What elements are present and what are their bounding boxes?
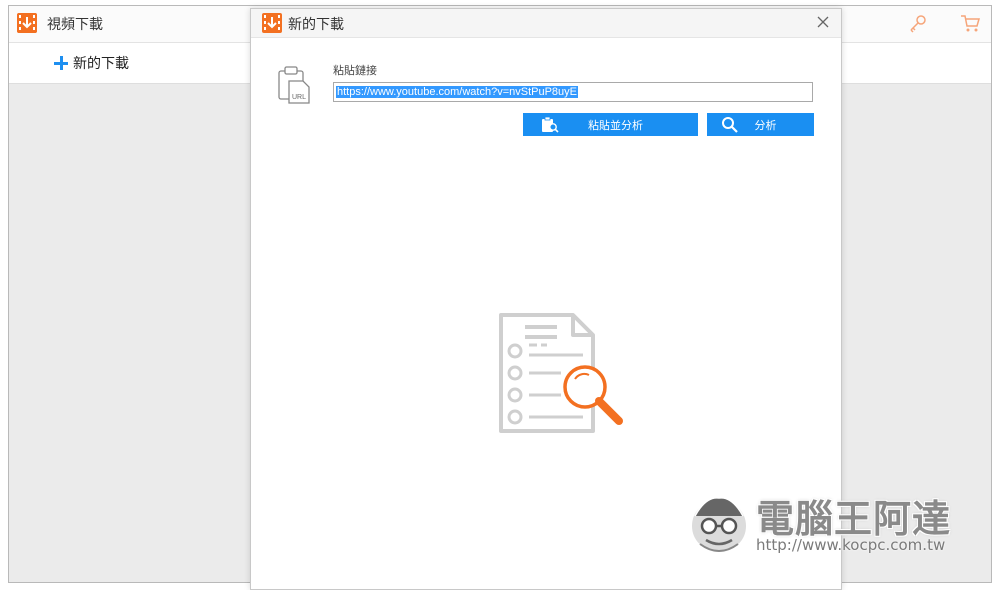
app-title: 視頻下載: [47, 17, 103, 33]
url-input[interactable]: https://www.youtube.com/watch?v=nvStPuP8…: [333, 82, 813, 102]
paste-and-analyze-button[interactable]: 粘貼並分析: [523, 113, 698, 136]
search-icon: [722, 117, 738, 133]
download-logo-icon: [17, 13, 37, 33]
watermark-brand: 電腦王阿達: [756, 497, 952, 541]
url-icon-text: URL: [292, 94, 306, 101]
analyze-button[interactable]: 分析: [707, 113, 814, 136]
watermark-url: http://www.kocpc.com.tw: [756, 536, 946, 554]
dialog-title: 新的下載: [288, 17, 344, 33]
mascot-logo-icon: [690, 497, 748, 554]
watermark: 電腦王阿達 http://www.kocpc.com.tw: [686, 482, 966, 562]
url-clipboard-icon: URL: [278, 66, 310, 104]
document-search-illustration: [499, 313, 623, 433]
paste-and-analyze-label: 粘貼並分析: [588, 118, 643, 132]
new-download-label: 新的下載: [73, 56, 129, 72]
analyze-label: 分析: [754, 118, 777, 132]
url-input-value: https://www.youtube.com/watch?v=nvStPuP8…: [336, 86, 578, 98]
new-download-button[interactable]: 新的下載: [53, 52, 129, 74]
cart-icon[interactable]: [959, 12, 981, 34]
paste-search-icon: [542, 116, 559, 133]
plus-icon: [53, 55, 69, 71]
url-label: 粘貼鏈接: [333, 64, 377, 77]
close-icon[interactable]: [813, 12, 833, 32]
dialog-titlebar: 新的下載: [251, 9, 841, 38]
key-icon[interactable]: [907, 12, 929, 34]
download-logo-icon: [262, 13, 282, 33]
